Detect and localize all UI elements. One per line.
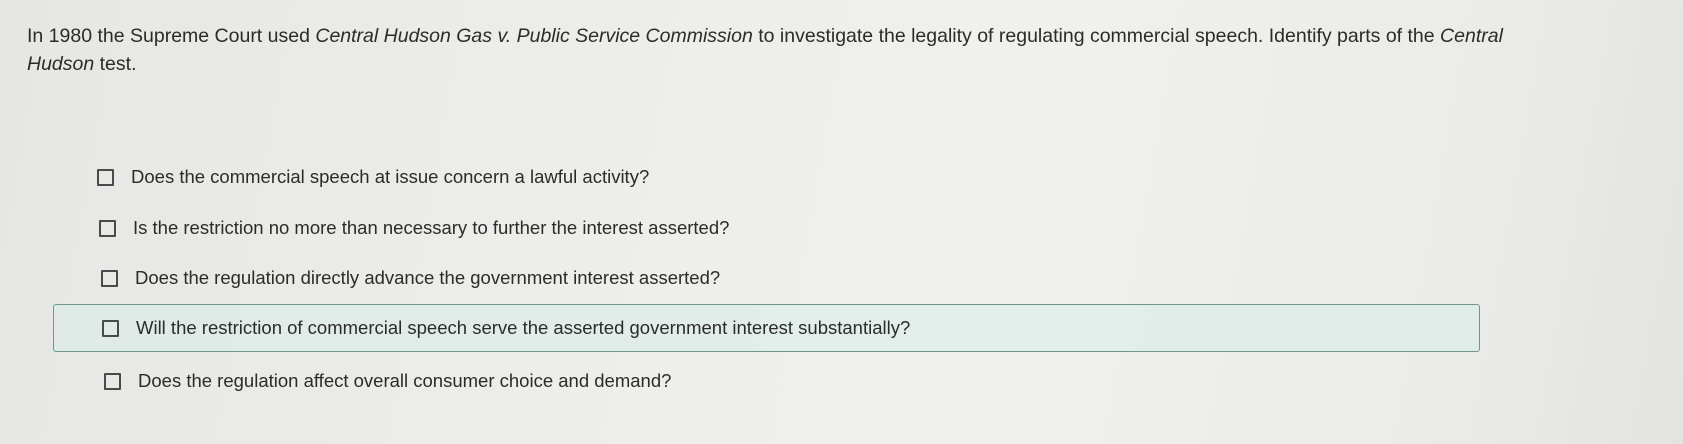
checkbox-icon[interactable] (99, 219, 116, 237)
checkbox-icon[interactable] (101, 269, 118, 287)
answer-options: Does the commercial speech at issue conc… (0, 0, 1683, 444)
option-label: Is the restriction no more than necessar… (133, 217, 730, 238)
option-label: Does the regulation directly advance the… (135, 267, 721, 288)
option-no-more-than-necessary[interactable]: Is the restriction no more than necessar… (99, 217, 729, 239)
option-label: Does the commercial speech at issue conc… (131, 166, 650, 187)
option-serve-substantially[interactable]: Will the restriction of commercial speec… (53, 304, 1480, 352)
option-consumer-choice[interactable]: Does the regulation affect overall consu… (104, 370, 671, 392)
option-directly-advance[interactable]: Does the regulation directly advance the… (101, 267, 720, 289)
option-label: Does the regulation affect overall consu… (138, 370, 672, 391)
option-label: Will the restriction of commercial speec… (136, 317, 911, 338)
checkbox-icon[interactable] (102, 319, 119, 337)
option-lawful-activity[interactable]: Does the commercial speech at issue conc… (97, 166, 649, 188)
checkbox-icon[interactable] (104, 372, 121, 390)
checkbox-icon[interactable] (97, 168, 114, 186)
